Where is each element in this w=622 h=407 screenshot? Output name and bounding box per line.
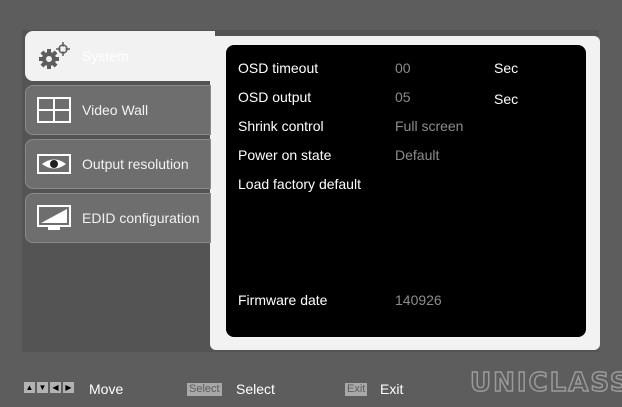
setting-value: 05 (395, 89, 411, 105)
monitor-icon (36, 203, 72, 233)
arrow-left-icon: ◀ (50, 382, 61, 393)
arrow-down-icon: ▼ (37, 382, 48, 393)
setting-value: 00 (395, 60, 411, 76)
exit-key-badge: Exit (345, 383, 368, 396)
setting-value: Full screen (395, 118, 464, 134)
firmware-value: 140926 (395, 292, 442, 308)
tab-output-resolution-label: Output resolution (82, 156, 189, 172)
setting-label: Shrink control (238, 118, 324, 134)
move-hint: Move (89, 381, 124, 397)
arrow-up-icon: ▲ (24, 382, 35, 393)
setting-label: Load factory default (238, 176, 361, 192)
uniclass-logo: UNICLASS (469, 367, 622, 399)
settings-panel: OSD timeout 00 Sec OSD output 05 Sec Shr… (226, 45, 586, 337)
setting-label: OSD timeout (238, 60, 319, 76)
setting-label: OSD output (238, 89, 312, 105)
exit-hint: Exit (380, 381, 404, 397)
setting-unit: Sec (494, 60, 519, 76)
tab-output-resolution[interactable]: Output resolution (25, 139, 211, 189)
tab-video-wall[interactable]: Video Wall (25, 85, 211, 135)
select-key-badge: Select (187, 383, 222, 396)
eye-icon (36, 149, 72, 179)
tab-video-wall-label: Video Wall (82, 102, 149, 118)
setting-label: Power on state (238, 147, 332, 163)
tab-edid-configuration[interactable]: EDID configuration (25, 193, 211, 243)
tab-system[interactable]: System (25, 31, 215, 81)
arrow-right-icon: ▶ (63, 382, 74, 393)
firmware-label: Firmware date (238, 292, 328, 308)
tab-system-label: System (82, 48, 129, 64)
setting-unit: Sec (494, 91, 519, 107)
gear-icon (36, 41, 72, 71)
tab-edid-configuration-label: EDID configuration (82, 210, 200, 226)
setting-value: Default (395, 147, 440, 163)
grid-icon (36, 95, 72, 125)
arrow-keys: ▲ ▼ ◀ ▶ (24, 382, 74, 393)
select-hint: Select (236, 381, 275, 397)
